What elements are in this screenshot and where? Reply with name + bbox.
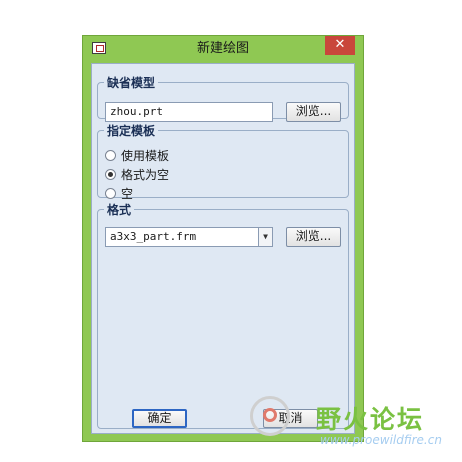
dialog-title: 新建绘图 [196,41,249,56]
title-bar[interactable]: 新建绘图 ✕ [83,36,363,62]
radio-label: 格式为空 [121,168,170,182]
ok-button[interactable]: 确定 [132,409,187,428]
close-button[interactable]: ✕ [325,36,355,55]
radio-label: 空 [121,187,134,201]
watermark-text: 野火论坛 [316,405,425,434]
format-browse-button[interactable]: 浏览... [286,227,341,247]
template-group: 指定模板 使用模板 格式为空 空 [97,122,349,201]
dialog-content: 缺省模型 zhou.prt 浏览... 指定模板 使用模板 格式为空 空 格式 … [91,63,355,434]
default-model-browse-button[interactable]: 浏览... [286,102,341,122]
radio-button[interactable] [105,150,116,161]
default-model-input[interactable]: zhou.prt [105,102,273,122]
default-model-legend: 缺省模型 [107,76,156,90]
format-legend: 格式 [107,203,132,217]
watermark-logo-icon [250,396,290,436]
default-model-group: 缺省模型 zhou.prt 浏览... [97,74,349,122]
new-drawing-dialog: 新建绘图 ✕ 缺省模型 zhou.prt 浏览... 指定模板 使用模板 格式为… [82,35,364,442]
radio-label: 使用模板 [121,149,170,163]
watermark: 野火论坛 www.proewildfire.cn [246,392,462,460]
radio-button[interactable] [105,188,116,199]
format-select[interactable]: a3x3_part.frm ▼ [105,227,273,247]
template-legend: 指定模板 [107,124,156,138]
chevron-down-icon[interactable]: ▼ [258,228,272,246]
watermark-url: www.proewildfire.cn [320,433,442,447]
radio-button-selected[interactable] [105,169,116,180]
format-select-value: a3x3_part.frm [110,230,197,243]
